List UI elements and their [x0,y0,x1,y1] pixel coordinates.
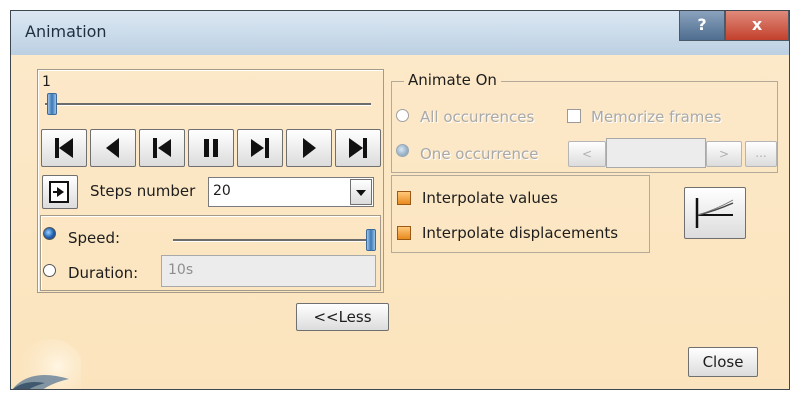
first-frame-icon [55,138,73,158]
step-forward-button[interactable] [286,129,332,167]
step-back-button[interactable] [90,129,136,167]
steps-icon [49,181,69,203]
title-bar[interactable]: Animation ? x [11,11,789,56]
animate-on-title: Animate On [404,71,501,89]
step-back-icon [106,138,119,158]
memorize-frames-checkbox[interactable] [567,109,581,123]
interpolate-displacements-label: Interpolate displacements [422,224,619,242]
app-logo-icon [12,339,81,389]
pause-button[interactable] [188,129,234,167]
play-forward-button[interactable] [237,129,283,167]
close-button[interactable]: Close [688,347,758,377]
less-button[interactable]: <<Less [296,303,389,331]
pause-icon [204,139,218,157]
curve-graph-icon [695,198,734,228]
chevron-down-icon [356,190,366,196]
step-forward-icon [303,138,316,158]
steps-number-select[interactable]: 20 [208,177,374,207]
duration-value: 10s [168,262,194,278]
previous-occurrence-button[interactable]: < [568,141,606,167]
all-occurrences-label: All occurrences [420,108,535,126]
memorize-frames-label: Memorize frames [591,108,722,126]
duration-radio[interactable] [43,264,56,277]
last-frame-button[interactable] [335,129,381,167]
steps-toggle-button[interactable] [42,175,78,209]
speed-slider-track [173,239,375,242]
speed-radio[interactable] [43,227,56,240]
play-backward-button[interactable] [139,129,185,167]
play-forward-icon [251,138,269,158]
frame-slider-thumb[interactable] [47,93,57,115]
interpolate-values-label: Interpolate values [422,189,558,207]
speed-label: Speed: [68,229,121,247]
duration-field[interactable]: 10s [161,255,376,287]
interpolate-displacements-checkbox[interactable] [397,226,411,240]
close-window-button[interactable]: x [725,11,789,41]
duration-label: Duration: [68,264,139,282]
window-title: Animation [25,22,107,41]
help-button[interactable]: ? [679,11,725,41]
first-frame-button[interactable] [41,129,87,167]
steps-number-value: 20 [213,183,231,199]
frame-number: 1 [42,74,51,90]
last-frame-icon [349,138,367,158]
all-occurrences-radio[interactable] [396,109,409,122]
animation-dialog: Animation ? x 1 Steps number 20 Speed: D… [10,10,790,390]
play-backward-icon [153,138,171,158]
steps-dropdown-button[interactable] [350,179,372,205]
one-occurrence-radio[interactable] [396,144,409,157]
frame-slider-track [45,103,371,106]
next-occurrence-button[interactable]: > [706,141,742,167]
more-occurrences-button[interactable]: ... [745,141,777,167]
steps-number-label: Steps number [90,182,196,200]
one-occurrence-label: One occurrence [420,145,539,163]
interpolation-graph-button[interactable] [684,187,746,239]
occurrence-field[interactable] [606,138,706,168]
interpolate-values-checkbox[interactable] [397,191,411,205]
speed-slider-thumb[interactable] [366,229,376,251]
